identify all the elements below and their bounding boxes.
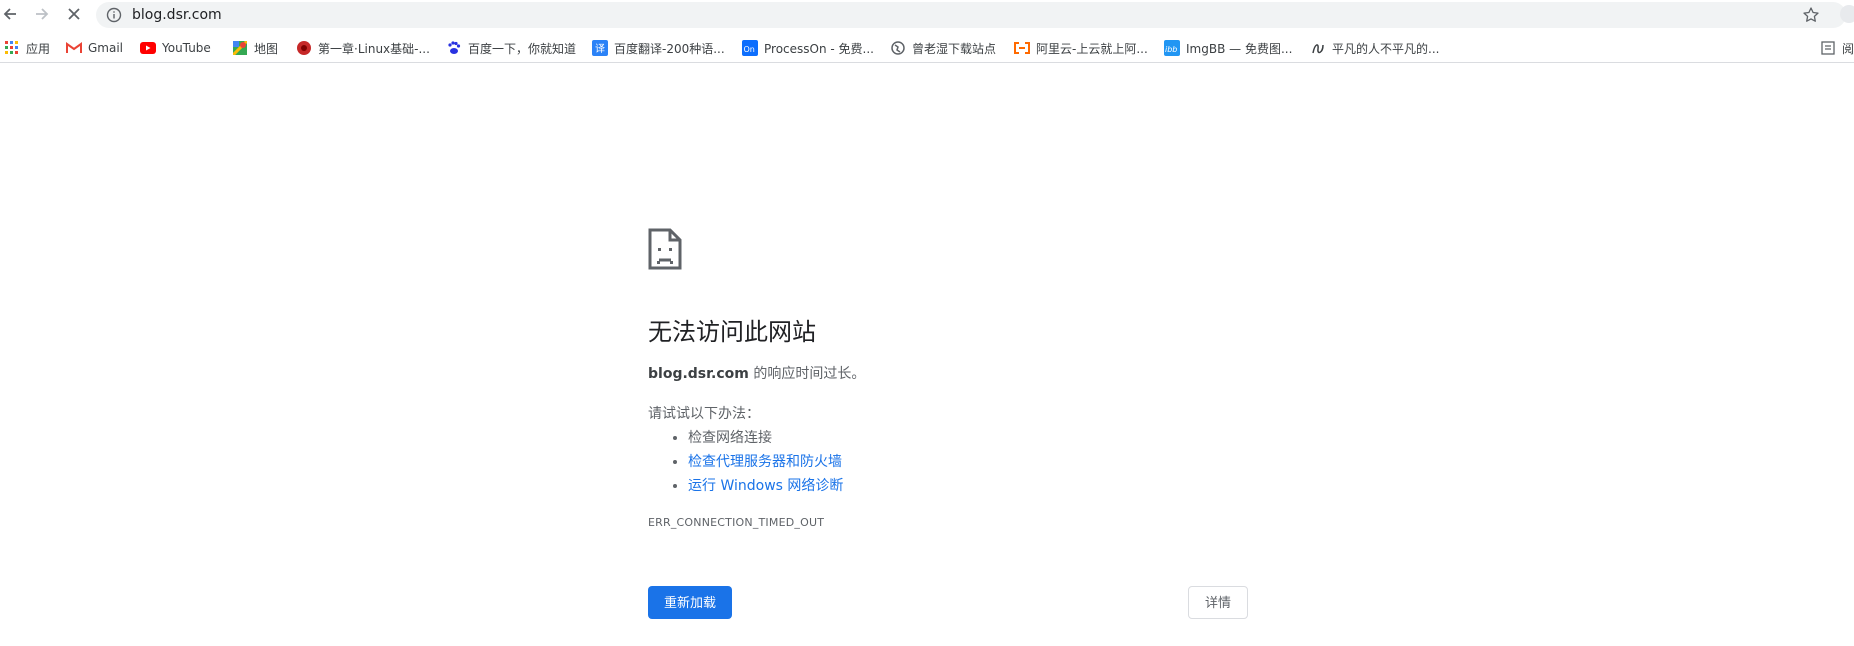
suggestion-check-proxy-link[interactable]: 检查代理服务器和防火墙: [688, 454, 842, 470]
bookmark-label: 平凡的人不平凡的...: [1332, 41, 1440, 56]
arrow-left-icon: [3, 8, 16, 20]
baidu-translate-icon: 译: [592, 40, 608, 56]
bookmark-label: Gmail: [88, 41, 124, 55]
address-bar[interactable]: blog.dsr.com: [96, 2, 1846, 28]
bookmark-baidu[interactable]: 百度一下，你就知道: [446, 39, 576, 57]
bookmark-label: 应用: [26, 41, 51, 56]
info-icon[interactable]: [106, 7, 122, 23]
bookmark-apps[interactable]: 应用: [4, 39, 50, 57]
stop-loading-button[interactable]: [64, 4, 84, 24]
star-icon[interactable]: [1802, 6, 1820, 24]
close-icon: [68, 8, 80, 20]
apps-grid-icon: [4, 40, 20, 56]
bookmark-label: 曾老湿下载站点: [912, 41, 997, 56]
bookmark-label: ImgBB — 免费图...: [1186, 41, 1293, 56]
gmail-icon: [66, 40, 82, 56]
error-description: blog.dsr.com 的响应时间过长。: [648, 364, 865, 384]
youtube-icon: [140, 40, 156, 56]
arrow-right-icon: [36, 8, 49, 20]
bookmark-label: ProcessOn - 免费...: [764, 41, 874, 56]
bookmark-ordinary-people[interactable]: 平凡的人不平凡的...: [1310, 39, 1439, 57]
svg-text:译: 译: [595, 43, 605, 55]
suggestions-heading: 请试试以下办法：: [648, 406, 760, 422]
url-text[interactable]: blog.dsr.com: [132, 6, 222, 24]
browser-toolbar: blog.dsr.com: [0, 0, 1854, 28]
maps-icon: [232, 40, 248, 56]
aliyun-icon: [1014, 40, 1030, 56]
suggestion-item: 检查代理服务器和防火墙: [688, 450, 843, 474]
reload-button[interactable]: 重新加载: [648, 586, 732, 619]
red-flower-icon: [296, 40, 312, 56]
globe-icon: [890, 40, 906, 56]
bookmark-label: 第一章·Linux基础-...: [318, 41, 430, 56]
svg-text:On: On: [744, 45, 755, 54]
details-button[interactable]: 详情: [1188, 586, 1248, 619]
bookmark-gmail[interactable]: Gmail: [66, 39, 123, 57]
bookmarks-bar: 应用 Gmail YouTube 地图 第一章·Linux基础-... 百度一下…: [0, 35, 1854, 63]
svg-text:ibb: ibb: [1165, 45, 1177, 54]
error-description-suffix: 的响应时间过长。: [748, 366, 866, 382]
processon-icon: On: [742, 40, 758, 56]
script-logo-icon: [1310, 40, 1326, 56]
reading-list-icon: [1820, 40, 1836, 56]
bookmark-label: 阿里云-上云就上阿...: [1036, 41, 1148, 56]
bookmark-label: YouTube: [162, 41, 211, 55]
sad-page-icon: [648, 228, 682, 270]
bookmark-imgbb[interactable]: ibb ImgBB — 免费图...: [1164, 39, 1292, 57]
error-host: blog.dsr.com: [648, 366, 749, 382]
bookmark-linux[interactable]: 第一章·Linux基础-...: [296, 39, 430, 57]
reading-list-button[interactable]: 阅: [1810, 39, 1854, 57]
profile-avatar[interactable]: [1840, 5, 1854, 23]
suggestion-item: 运行 Windows 网络诊断: [688, 474, 843, 498]
reading-list-label: 阅: [1842, 41, 1854, 56]
bookmark-label: 百度一下，你就知道: [468, 41, 577, 56]
suggestion-check-connection: 检查网络连接: [688, 430, 772, 446]
bookmark-label: 百度翻译-200种语...: [614, 41, 725, 56]
suggestions-list: 检查网络连接 检查代理服务器和防火墙 运行 Windows 网络诊断: [668, 426, 843, 498]
forward-button[interactable]: [32, 4, 52, 24]
bookmark-download-site[interactable]: 曾老湿下载站点: [890, 39, 996, 57]
baidu-paw-icon: [446, 40, 462, 56]
bookmark-label: 地图: [254, 41, 279, 56]
suggestion-network-diagnostics-link[interactable]: 运行 Windows 网络诊断: [688, 478, 843, 494]
bookmark-processon[interactable]: On ProcessOn - 免费...: [742, 39, 874, 57]
bookmark-aliyun[interactable]: 阿里云-上云就上阿...: [1014, 39, 1148, 57]
suggestion-item: 检查网络连接: [688, 426, 843, 450]
error-title: 无法访问此网站: [648, 318, 816, 346]
imgbb-icon: ibb: [1164, 40, 1180, 56]
bookmark-youtube[interactable]: YouTube: [140, 39, 211, 57]
error-code: ERR_CONNECTION_TIMED_OUT: [648, 516, 825, 529]
bookmark-maps[interactable]: 地图: [232, 39, 278, 57]
back-button[interactable]: [0, 4, 20, 24]
bookmark-baidu-translate[interactable]: 译 百度翻译-200种语...: [592, 39, 725, 57]
